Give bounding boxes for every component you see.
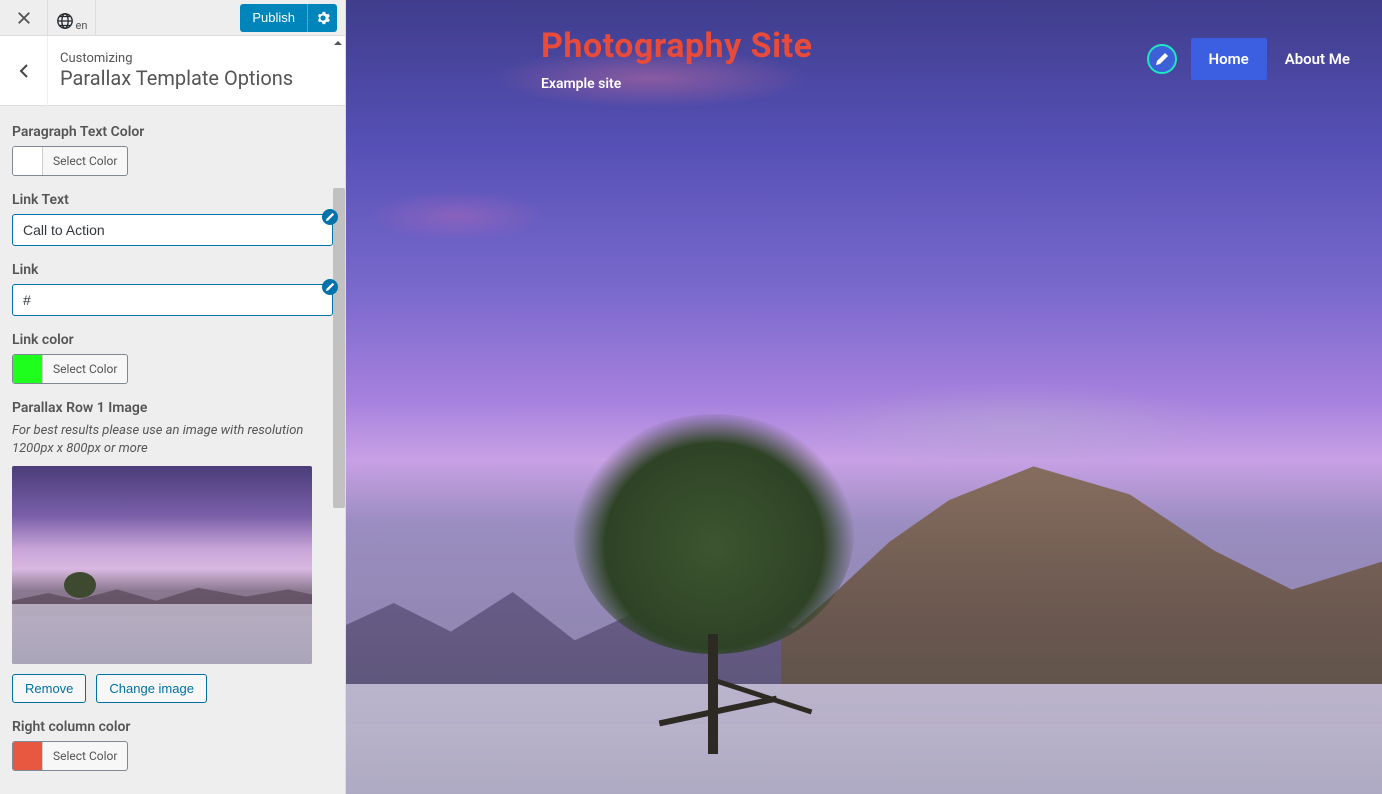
back-button[interactable] [0,36,48,106]
remove-image-button[interactable]: Remove [12,674,86,703]
edit-shortcut-button[interactable] [1147,44,1177,74]
scroll-up-arrow-icon [333,38,343,48]
site-header: Photography Site Example site Home About… [346,26,1382,92]
right-column-color-picker[interactable]: Select Color [12,741,128,771]
pencil-icon [325,282,335,292]
pencil-icon [1155,52,1169,66]
close-customizer-button[interactable] [0,0,48,36]
sidebar-topbar: en Publish [0,0,345,36]
parallax-image-help: For best results please use an image wit… [12,422,333,458]
nav-home[interactable]: Home [1191,38,1267,80]
nav-about[interactable]: About Me [1267,38,1368,80]
right-column-color-label: Right column color [12,719,333,735]
customizer-sidebar: en Publish Customizing Parallax Template… [0,0,346,794]
gear-icon [316,11,330,25]
select-color-text: Select Color [43,154,127,168]
site-preview: Photography Site Example site Home About… [346,0,1382,794]
link-text-input[interactable] [12,214,333,246]
link-input[interactable] [12,284,333,316]
select-color-text: Select Color [43,362,127,376]
language-button[interactable]: en [48,0,96,36]
color-swatch [13,355,43,383]
color-swatch [13,742,43,770]
close-icon [17,11,31,25]
change-image-button[interactable]: Change image [96,674,207,703]
link-label: Link [12,262,333,278]
edit-shortcut-button[interactable] [322,279,338,295]
site-title[interactable]: Photography Site [541,26,1147,66]
chevron-left-icon [16,63,32,79]
paragraph-text-color-label: Paragraph Text Color [12,124,333,140]
hero-background [346,0,1382,794]
paragraph-color-picker[interactable]: Select Color [12,146,128,176]
globe-icon [56,12,74,30]
pencil-icon [325,212,335,222]
edit-shortcut-button[interactable] [322,209,338,225]
parallax-image-label: Parallax Row 1 Image [12,400,333,416]
link-color-label: Link color [12,332,333,348]
parallax-image-thumbnail[interactable] [12,466,312,664]
panel-header: Customizing Parallax Template Options [0,36,345,106]
publish-button[interactable]: Publish [240,4,307,32]
select-color-text: Select Color [43,749,127,763]
form-area: Paragraph Text Color Select Color Link T… [0,106,345,794]
publish-settings-button[interactable] [307,4,337,32]
panel-pretitle: Customizing [60,51,293,66]
link-color-picker[interactable]: Select Color [12,354,128,384]
site-tagline: Example site [541,76,1147,92]
panel-title: Parallax Template Options [60,66,293,90]
color-swatch [13,147,43,175]
language-code: en [76,19,88,32]
link-text-label: Link Text [12,192,333,208]
